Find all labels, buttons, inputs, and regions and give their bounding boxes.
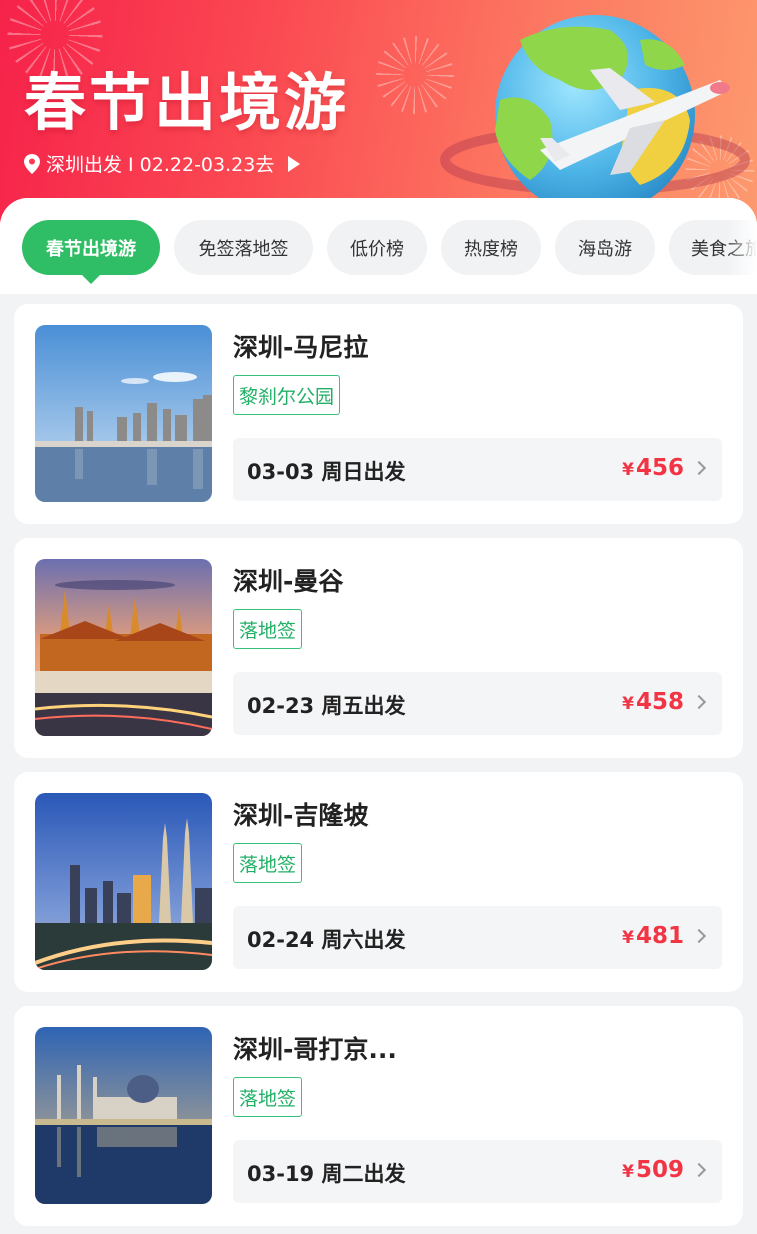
banner-subtitle-row[interactable]: 深圳出发 I 02.22-03.23去: [24, 150, 301, 177]
location-pin-icon: [24, 153, 40, 174]
departure-date: 03-03 周日出发: [247, 460, 406, 484]
manila-skyline-image: [35, 325, 212, 502]
category-tabs: 春节出境游 免签落地签 低价榜 热度榜 海岛游 美食之旅: [0, 198, 757, 294]
price: ¥456: [622, 455, 684, 481]
route-tag: 落地签: [233, 609, 303, 649]
tabs-fade: [727, 198, 757, 294]
price: ¥458: [622, 689, 684, 715]
price: ¥481: [622, 923, 684, 949]
price: ¥509: [622, 1157, 684, 1183]
destination-image: [35, 559, 212, 736]
chevron-right-icon: [691, 928, 707, 944]
departure-row[interactable]: 03-19 周二出发 ¥509: [233, 1140, 722, 1203]
departure-date: 02-23 周五出发: [247, 694, 406, 718]
departure-date: 03-19 周二出发: [247, 1162, 406, 1186]
content-panel: 春节出境游 免签落地签 低价榜 热度榜 海岛游 美食之旅 深圳-马尼拉 黎刹尔公…: [0, 198, 757, 1234]
chevron-right-icon: [691, 1162, 707, 1178]
departure-row[interactable]: 02-24 周六出发 ¥481: [233, 906, 722, 969]
destination-image: [35, 325, 212, 502]
tab-hot[interactable]: 热度榜: [441, 220, 541, 275]
route-card[interactable]: 深圳-曼谷 落地签 02-23 周五出发 ¥458: [14, 538, 743, 758]
play-arrow-icon: [288, 155, 301, 172]
route-tag: 落地签: [233, 843, 303, 883]
currency-symbol: ¥: [622, 1162, 634, 1182]
currency-symbol: ¥: [622, 928, 634, 948]
banner-subtitle: 深圳出发 I 02.22-03.23去: [46, 154, 275, 176]
kota-kinabalu-mosque-image: [35, 1027, 212, 1204]
route-tag: 落地签: [233, 1077, 303, 1117]
bangkok-palace-image: [35, 559, 212, 736]
destination-image: [35, 1027, 212, 1204]
departure-row[interactable]: 03-03 周日出发 ¥456: [233, 438, 722, 501]
globe-airplane-illustration: [440, 15, 750, 215]
route-title: 深圳-马尼拉: [233, 333, 369, 362]
currency-symbol: ¥: [622, 460, 634, 480]
departure-row[interactable]: 02-23 周五出发 ¥458: [233, 672, 722, 735]
price-value: 509: [635, 1157, 684, 1183]
tab-visa-free[interactable]: 免签落地签: [174, 220, 313, 275]
tab-island[interactable]: 海岛游: [555, 220, 655, 275]
departure-date: 02-24 周六出发: [247, 928, 406, 952]
banner-title: 春节出境游: [24, 66, 350, 139]
chevron-right-icon: [691, 694, 707, 710]
price-value: 456: [635, 455, 684, 481]
route-title: 深圳-吉隆坡: [233, 801, 369, 830]
route-title: 深圳-曼谷: [233, 567, 344, 596]
destination-image: [35, 793, 212, 970]
route-tag: 黎刹尔公园: [233, 375, 341, 415]
route-card[interactable]: 深圳-马尼拉 黎刹尔公园 03-03 周日出发 ¥456: [14, 304, 743, 524]
tab-low-price[interactable]: 低价榜: [327, 220, 427, 275]
kuala-lumpur-towers-image: [35, 793, 212, 970]
currency-symbol: ¥: [622, 694, 634, 714]
price-value: 481: [635, 923, 684, 949]
route-card[interactable]: 深圳-哥打京... 落地签 03-19 周二出发 ¥509: [14, 1006, 743, 1226]
price-value: 458: [635, 689, 684, 715]
route-card[interactable]: 深圳-吉隆坡 落地签 02-24 周六出发 ¥481: [14, 772, 743, 992]
tab-spring-festival[interactable]: 春节出境游: [22, 220, 160, 275]
chevron-right-icon: [691, 460, 707, 476]
route-title: 深圳-哥打京...: [233, 1035, 397, 1064]
